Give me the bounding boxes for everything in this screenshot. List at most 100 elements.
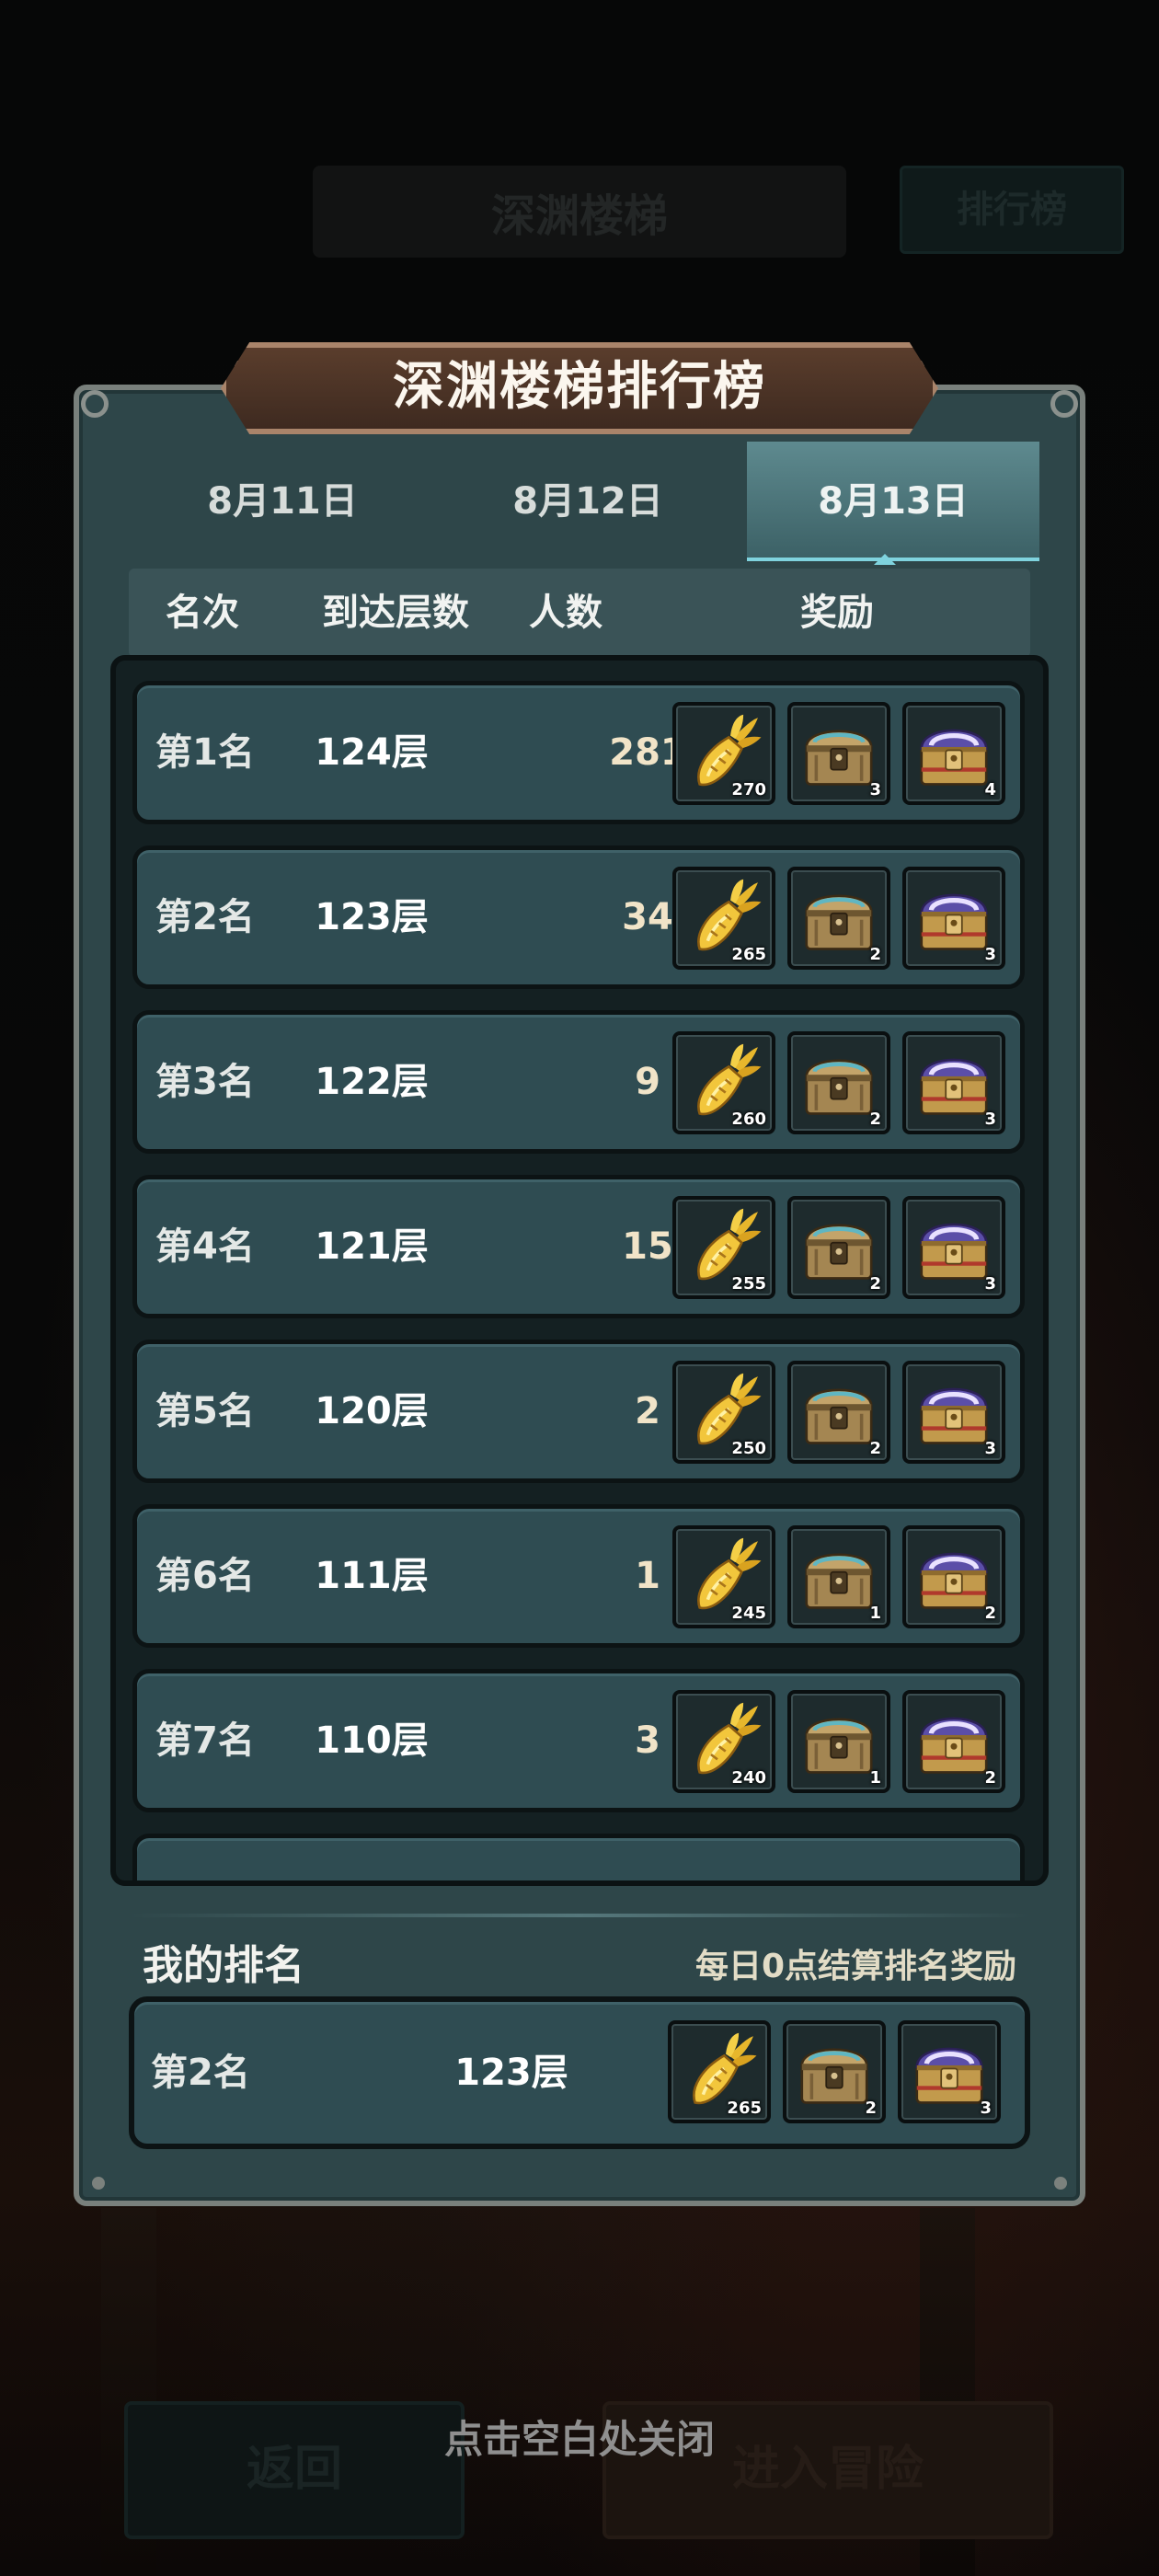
reward-quantity: 1 [869, 1604, 881, 1623]
reward-quantity: 2 [869, 1274, 881, 1294]
background-leaderboard-button: 排行榜 [900, 166, 1124, 254]
tab-date-1[interactable]: 8月11日 [136, 442, 429, 561]
floor-value: 110层 [315, 1719, 429, 1762]
header-rank: 名次 [166, 592, 239, 634]
rank-label: 第6名 [155, 1555, 255, 1597]
reward-item-bronze-chest[interactable]: 3 [787, 702, 890, 805]
reward-quantity: 2 [984, 1768, 996, 1788]
reward-item-bronze-chest[interactable]: 1 [787, 1525, 890, 1628]
reward-quantity: 3 [984, 945, 996, 964]
header-floor: 到达层数 [322, 592, 469, 634]
purple-chest-icon [920, 1717, 988, 1774]
floor-value: 123层 [315, 896, 429, 938]
ranking-row: 第4名 121层 15 255 2 3 [132, 1175, 1025, 1318]
reward-item-purple-chest[interactable]: 2 [902, 1525, 1005, 1628]
reward-item-purple-chest[interactable]: 3 [902, 1031, 1005, 1134]
reward-quantity: 3 [984, 1274, 996, 1294]
purple-chest-icon [920, 1387, 988, 1444]
my-rank-row: 第2名 123层 265 2 3 [129, 1996, 1030, 2149]
tab-date-3[interactable]: 8月13日 [747, 442, 1039, 561]
reward-quantity: 2 [865, 2099, 877, 2118]
ranking-row: 第1名 124层 281 270 3 4 [132, 681, 1025, 824]
panel-corner-ornament [1050, 390, 1078, 418]
ranking-row: 第2名 123层 34 265 2 3 [132, 845, 1025, 989]
bronze-chest-icon [800, 2048, 868, 2104]
tab-date-2[interactable]: 8月12日 [442, 442, 734, 561]
rank-label: 第2名 [155, 896, 255, 938]
reward-item-golden-carrot[interactable]: 270 [672, 702, 775, 805]
reward-item-golden-carrot[interactable]: 245 [672, 1525, 775, 1628]
my-rank-title: 我的排名 [143, 1942, 304, 1989]
bronze-chest-icon [805, 1388, 873, 1444]
reward-quantity: 265 [727, 2099, 762, 2118]
panel-rivet [1054, 2177, 1067, 2190]
rank-label: 第1名 [155, 731, 255, 774]
reward-quantity: 245 [731, 1604, 766, 1623]
reward-quantity: 260 [731, 1110, 766, 1129]
purple-chest-icon [920, 893, 988, 950]
my-floor-value: 123层 [454, 2052, 568, 2094]
reward-quantity: 265 [731, 945, 766, 964]
reward-item-purple-chest[interactable]: 3 [902, 1361, 1005, 1464]
reward-quantity: 270 [731, 780, 766, 799]
panel-title: 深渊楼梯排行榜 [221, 342, 938, 434]
reward-item-bronze-chest[interactable]: 1 [787, 1690, 890, 1793]
reward-item-golden-carrot[interactable]: 265 [668, 2020, 771, 2123]
ranking-list[interactable]: 第1名 124层 281 270 3 4 第2名 123层 34 265 2 3… [110, 655, 1049, 1886]
reward-quantity: 2 [869, 1439, 881, 1458]
floor-value: 122层 [315, 1061, 429, 1103]
rank-label: 第7名 [155, 1719, 255, 1762]
reward-item-purple-chest[interactable]: 4 [902, 702, 1005, 805]
reward-item-golden-carrot[interactable]: 250 [672, 1361, 775, 1464]
reward-item-bronze-chest[interactable]: 2 [787, 867, 890, 970]
reward-quantity: 1 [869, 1768, 881, 1788]
reward-quantity: 3 [869, 780, 881, 799]
rank-label: 第3名 [155, 1061, 255, 1103]
floor-value: 120层 [315, 1390, 429, 1432]
bronze-chest-icon [805, 1718, 873, 1774]
purple-chest-icon [920, 1223, 988, 1280]
ranking-row: 第5名 120层 2 250 2 3 [132, 1340, 1025, 1483]
reward-item-bronze-chest[interactable]: 2 [787, 1196, 890, 1299]
reward-item-purple-chest[interactable]: 3 [902, 867, 1005, 970]
reward-quantity: 240 [731, 1768, 766, 1788]
reward-item-golden-carrot[interactable]: 255 [672, 1196, 775, 1299]
floor-value: 124层 [315, 731, 429, 774]
section-divider [129, 1914, 1030, 1917]
bronze-chest-icon [805, 894, 873, 950]
reward-quantity: 3 [984, 1439, 996, 1458]
panel-rivet [92, 2177, 105, 2190]
reward-quantity: 2 [869, 1110, 881, 1129]
header-count: 人数 [529, 592, 602, 634]
floor-value: 121层 [315, 1225, 429, 1268]
reward-quantity: 2 [869, 945, 881, 964]
settlement-note: 每日0点结算排名奖励 [694, 1948, 1016, 1985]
header-reward: 奖励 [800, 592, 874, 634]
ranking-row: 第6名 111层 1 245 1 2 [132, 1504, 1025, 1648]
purple-chest-icon [915, 2047, 983, 2104]
reward-item-bronze-chest[interactable]: 2 [783, 2020, 886, 2123]
reward-item-purple-chest[interactable]: 3 [898, 2020, 1001, 2123]
bronze-chest-icon [805, 1224, 873, 1280]
floor-value: 111层 [315, 1555, 429, 1597]
rank-label: 第5名 [155, 1390, 255, 1432]
close-hint[interactable]: 点击空白处关闭 [0, 2409, 1159, 2465]
reward-item-bronze-chest[interactable]: 2 [787, 1031, 890, 1134]
reward-item-purple-chest[interactable]: 2 [902, 1690, 1005, 1793]
rank-label: 第4名 [155, 1225, 255, 1268]
reward-item-golden-carrot[interactable]: 240 [672, 1690, 775, 1793]
panel-corner-ornament [81, 390, 109, 418]
background-title: 深渊楼梯 [490, 190, 668, 242]
reward-item-bronze-chest[interactable]: 2 [787, 1361, 890, 1464]
reward-quantity: 3 [984, 1110, 996, 1129]
purple-chest-icon [920, 729, 988, 786]
reward-item-golden-carrot[interactable]: 265 [672, 867, 775, 970]
reward-item-golden-carrot[interactable]: 260 [672, 1031, 775, 1134]
my-rank-value: 第2名 [151, 2052, 250, 2094]
bronze-chest-icon [805, 1553, 873, 1609]
reward-quantity: 2 [984, 1604, 996, 1623]
reward-quantity: 3 [980, 2099, 992, 2118]
reward-item-purple-chest[interactable]: 3 [902, 1196, 1005, 1299]
ranking-row: 第3名 122层 9 260 2 3 [132, 1010, 1025, 1154]
purple-chest-icon [920, 1058, 988, 1115]
